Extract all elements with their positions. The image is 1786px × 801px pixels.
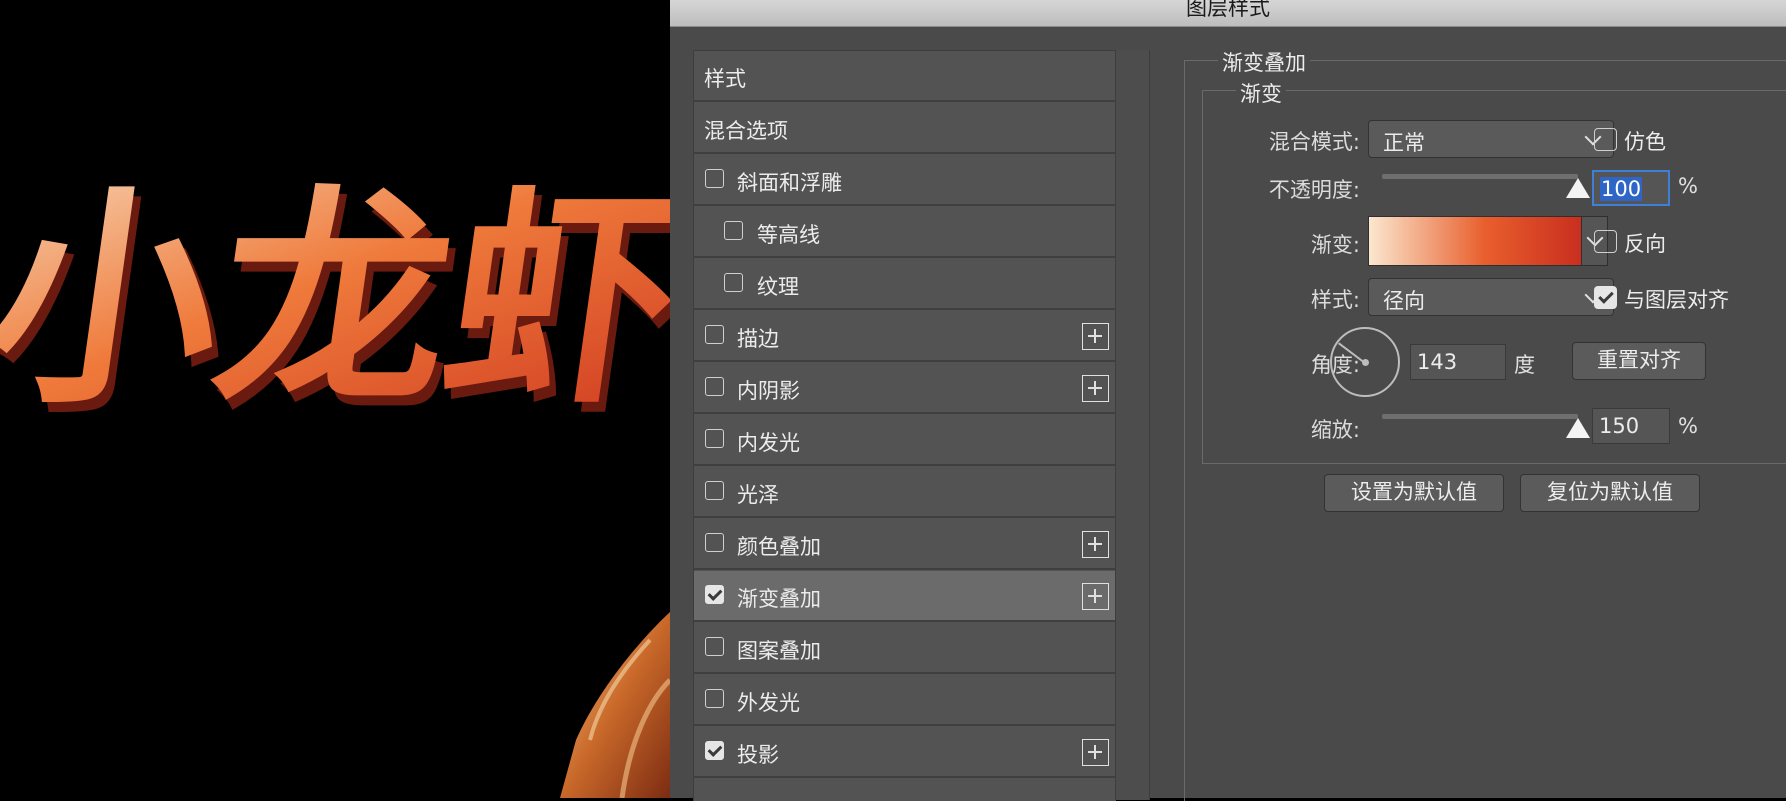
- style-item[interactable]: 纹理: [694, 259, 1116, 310]
- style-item-checkbox[interactable]: [705, 533, 724, 552]
- style-item-checkbox[interactable]: [705, 429, 724, 448]
- artwork-text: 小龙虾: [0, 164, 670, 435]
- add-icon[interactable]: [1082, 375, 1109, 402]
- angle-input[interactable]: 143: [1410, 344, 1506, 380]
- reverse-checkbox[interactable]: [1594, 230, 1617, 253]
- style-select[interactable]: 径向: [1368, 278, 1614, 316]
- reset-default-button[interactable]: 复位为默认值: [1520, 474, 1700, 512]
- scale-input[interactable]: 150: [1592, 408, 1670, 444]
- artwork-title: 小龙虾 小龙虾: [0, 164, 670, 798]
- angle-value: 143: [1417, 350, 1458, 374]
- style-item-checkbox[interactable]: [724, 273, 743, 292]
- add-icon[interactable]: [1082, 531, 1109, 558]
- gradient-label: 渐变:: [1310, 233, 1360, 257]
- scale-slider[interactable]: [1382, 414, 1578, 419]
- style-item-label: 投影: [737, 743, 779, 767]
- style-item[interactable]: 光泽: [694, 467, 1116, 518]
- style-item-label: 图案叠加: [737, 639, 821, 663]
- style-item[interactable]: 斜面和浮雕: [694, 155, 1116, 206]
- style-item-label: 斜面和浮雕: [737, 171, 842, 195]
- style-item[interactable]: 投影: [694, 727, 1116, 778]
- style-item-label: 等高线: [757, 223, 820, 247]
- style-item[interactable]: 渐变叠加: [694, 571, 1116, 622]
- add-icon[interactable]: [1082, 323, 1109, 350]
- style-item-checkbox[interactable]: [705, 741, 724, 760]
- style-item-checkbox[interactable]: [724, 221, 743, 240]
- style-item-label: 内发光: [737, 431, 800, 455]
- scale-unit: %: [1678, 414, 1698, 438]
- style-item[interactable]: 颜色叠加: [694, 519, 1116, 570]
- style-item[interactable]: 外发光: [694, 675, 1116, 726]
- align-with-layer-checkbox[interactable]: [1594, 286, 1617, 309]
- opacity-input[interactable]: 100: [1592, 170, 1670, 206]
- style-item[interactable]: 等高线: [694, 207, 1116, 258]
- set-default-button[interactable]: 设置为默认值: [1324, 474, 1504, 512]
- style-label: 样式:: [1310, 288, 1360, 312]
- dither-label: 仿色: [1624, 130, 1666, 154]
- style-item-label: 纹理: [757, 275, 799, 299]
- reset-alignment-button[interactable]: 重置对齐: [1572, 342, 1706, 380]
- style-item-label: 颜色叠加: [737, 535, 821, 559]
- style-value: 径向: [1383, 289, 1425, 313]
- style-item-label: 光泽: [737, 483, 779, 507]
- opacity-slider[interactable]: [1382, 174, 1578, 179]
- style-item-label: 样式: [704, 67, 746, 91]
- dialog-title: 图层样式: [1186, 0, 1270, 20]
- opacity-value: 100: [1600, 177, 1643, 201]
- style-item-checkbox[interactable]: [705, 377, 724, 396]
- styles-list: 样式混合选项斜面和浮雕等高线纹理描边内阴影内发光光泽颜色叠加渐变叠加图案叠加外发…: [693, 50, 1116, 801]
- style-item-label: 内阴影: [737, 379, 800, 403]
- style-item-label: 描边: [737, 327, 779, 351]
- style-item-label: 渐变叠加: [737, 587, 821, 611]
- opacity-unit: %: [1678, 174, 1698, 198]
- scale-label: 缩放:: [1310, 418, 1360, 442]
- blend-mode-value: 正常: [1383, 131, 1425, 155]
- style-item[interactable]: 图案叠加: [694, 623, 1116, 674]
- align-with-layer-label: 与图层对齐: [1624, 288, 1729, 312]
- angle-unit: 度: [1514, 353, 1535, 377]
- add-icon[interactable]: [1082, 739, 1109, 766]
- dither-checkbox[interactable]: [1594, 128, 1617, 151]
- reverse-label: 反向: [1624, 232, 1666, 256]
- style-item-checkbox[interactable]: [705, 481, 724, 500]
- scale-slider-thumb[interactable]: [1566, 418, 1590, 438]
- add-icon[interactable]: [1082, 583, 1109, 610]
- gradient-swatch[interactable]: [1368, 216, 1582, 266]
- blend-mode-label: 混合模式:: [1268, 130, 1360, 154]
- style-item-label: 外发光: [737, 691, 800, 715]
- angle-dial[interactable]: [1330, 327, 1400, 397]
- style-item-checkbox[interactable]: [705, 637, 724, 656]
- style-item-checkbox[interactable]: [705, 325, 724, 344]
- style-item-checkbox[interactable]: [705, 689, 724, 708]
- group-title: 渐变: [1236, 78, 1286, 108]
- angle-dial-center: [1362, 359, 1369, 366]
- dialog-titlebar[interactable]: 图层样式: [670, 0, 1786, 27]
- styles-list-scrollbar[interactable]: [1115, 50, 1150, 800]
- style-item-checkbox[interactable]: [705, 169, 724, 188]
- layer-style-dialog: 图层样式 样式 混合选项 斜面和浮雕 等高线 纹理 描边 内阴影 内发光 光泽 颜色叠加 渐变叠加图…: [670, 0, 1786, 801]
- style-item-label: 混合选项: [704, 119, 788, 143]
- style-item[interactable]: 样式: [694, 51, 1116, 102]
- scale-value: 150: [1599, 414, 1640, 438]
- style-item[interactable]: 内阴影: [694, 363, 1116, 414]
- opacity-slider-thumb[interactable]: [1566, 178, 1590, 198]
- opacity-label: 不透明度:: [1268, 178, 1360, 202]
- style-item[interactable]: 描边: [694, 311, 1116, 362]
- style-item-checkbox[interactable]: [705, 585, 724, 604]
- style-item[interactable]: 混合选项: [694, 103, 1116, 154]
- shrimp-image: [560, 612, 670, 798]
- section-title: 渐变叠加: [1218, 47, 1310, 77]
- blend-mode-select[interactable]: 正常: [1368, 120, 1614, 158]
- style-item[interactable]: 内发光: [694, 415, 1116, 466]
- document-canvas[interactable]: 小龙虾 小龙虾: [0, 0, 670, 798]
